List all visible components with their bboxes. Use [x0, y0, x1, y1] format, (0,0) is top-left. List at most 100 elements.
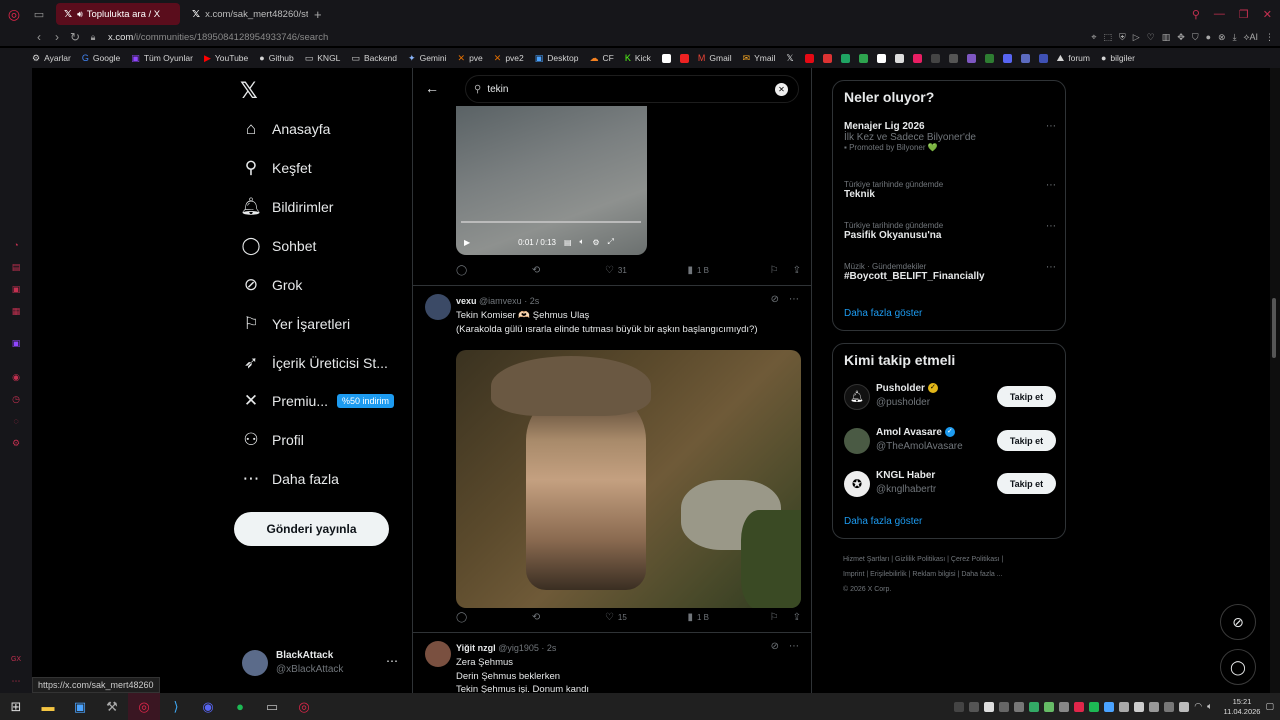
bookmark-icon-only[interactable]: [840, 53, 850, 63]
chat-sidebar-icon[interactable]: ◌: [10, 416, 22, 428]
nav-item-bookmarks[interactable]: ⚐ Yer İşaretleri: [240, 309, 350, 339]
like-button[interactable]: ♡ 31: [605, 265, 627, 276]
history-icon[interactable]: ◷: [10, 394, 22, 406]
profile-icon[interactable]: ●: [1206, 32, 1211, 42]
back-icon[interactable]: ‹: [30, 30, 48, 44]
adblock-icon[interactable]: ⊗: [1218, 32, 1226, 43]
bookmark-desktop[interactable]: ▣ Desktop: [535, 53, 579, 64]
bookmark-gmail[interactable]: M Gmail: [698, 53, 732, 63]
nav-item-premium[interactable]: ✕ Premiu...: [240, 386, 328, 416]
reply-button[interactable]: ◯: [456, 612, 471, 623]
vscode-icon[interactable]: ⟩: [160, 693, 192, 720]
follow-suggestion[interactable]: ✪ KNGL Haber @knglhabertr Takip et: [844, 469, 1056, 499]
bookmark-icon-only[interactable]: [894, 53, 904, 63]
avatar[interactable]: [425, 294, 451, 320]
bookmark-backend[interactable]: ▭ Backend: [351, 53, 397, 64]
spotify-icon[interactable]: ●: [224, 693, 256, 720]
footer-link[interactable]: Gizlilik Politikası: [895, 556, 945, 563]
bookmark-kngl[interactable]: ▭ KNGL: [305, 53, 341, 64]
bookmark-icon-only[interactable]: [984, 53, 994, 63]
bookmark-icon-only[interactable]: [822, 53, 832, 63]
nav-item-explore[interactable]: ⚲ Keşfet: [240, 153, 312, 183]
tray-icon[interactable]: [1044, 701, 1055, 712]
x-logo-icon[interactable]: 𝕏: [240, 78, 258, 104]
minimize-icon[interactable]: —: [1214, 8, 1225, 20]
tray-icon[interactable]: [1119, 701, 1130, 712]
bookmark-forum[interactable]: ⛰ forum: [1057, 53, 1090, 64]
tray-icon[interactable]: [984, 701, 995, 712]
play-icon[interactable]: ▷: [1133, 32, 1140, 43]
maximize-icon[interactable]: ❐: [1239, 8, 1249, 21]
tweet-author[interactable]: vexu: [456, 296, 477, 306]
post-button[interactable]: Gönderi yayınla: [234, 512, 389, 546]
nav-item-creator-studio[interactable]: ➶ İçerik Üreticisi St...: [240, 348, 388, 378]
bookmark-github[interactable]: ● Github: [259, 53, 293, 63]
bookmark-youtube[interactable]: ▶ YouTube: [204, 53, 248, 64]
messages-fab-button[interactable]: ◯: [1220, 649, 1256, 685]
tray-icon[interactable]: [1029, 701, 1040, 712]
twitch-sidebar-icon[interactable]: ▣: [10, 338, 22, 350]
share-icon[interactable]: ⇪: [793, 612, 801, 623]
follow-button[interactable]: Takip et: [997, 473, 1056, 494]
footer-link[interactable]: Reklam bilgisi: [912, 571, 955, 578]
url-field[interactable]: x.com/i/communities/1895084128954933746/…: [108, 32, 328, 43]
nav-item-home[interactable]: ⌂ Anasayfa: [240, 114, 331, 144]
bookmark-icon-only[interactable]: [1020, 53, 1030, 63]
tab-community-search[interactable]: 𝕏 🔊︎ Toplulukta ara / X: [56, 3, 180, 25]
player-icon[interactable]: ◉: [10, 372, 22, 384]
trend-item[interactable]: Türkiye tarihinde gündemde Teknik ⋯: [844, 180, 1056, 200]
bookmark-gemini[interactable]: ✦ Gemini: [408, 53, 446, 64]
bookmark-kick[interactable]: K Kick: [625, 53, 651, 63]
settings-icon[interactable]: ⚙: [592, 238, 599, 247]
messenger-icon[interactable]: ▣: [10, 284, 22, 296]
trend-more-icon[interactable]: ⋯: [1046, 121, 1056, 132]
account-more-icon[interactable]: ⋯: [386, 654, 398, 668]
fullscreen-icon[interactable]: ⤢: [608, 237, 614, 247]
tweet-video[interactable]: ▶ 0:01 / 0:13 ▤ 🔈︎ ⚙ ⤢: [456, 106, 647, 255]
trend-more-icon[interactable]: ⋯: [1046, 180, 1056, 191]
page-scrollbar[interactable]: [1270, 68, 1280, 693]
grok-fab-button[interactable]: ⊘: [1220, 604, 1256, 640]
settings-sidebar-icon[interactable]: ⚙: [10, 438, 22, 450]
bookmark-icon-only[interactable]: [930, 53, 940, 63]
trend-item[interactable]: Menajer Lig 2026 İlk Kez ve Sadece Bilyo…: [844, 121, 1056, 152]
avatar[interactable]: [425, 641, 451, 667]
tweet-time[interactable]: 2s: [547, 643, 557, 653]
tray-icon[interactable]: [999, 701, 1010, 712]
panel-icon[interactable]: ▥: [1162, 32, 1171, 43]
menu-icon[interactable]: ⋮: [1265, 32, 1274, 43]
clock[interactable]: 15:21 11.04.2026: [1224, 697, 1261, 717]
bookmark-icon-only[interactable]: [1038, 53, 1048, 63]
footer-link[interactable]: Erişilebilirlik: [870, 571, 907, 578]
footer-link[interactable]: Çerez Politikası: [951, 556, 1000, 563]
tray-icon[interactable]: [1149, 701, 1160, 712]
nav-item-chat[interactable]: ◯ Sohbet: [240, 231, 316, 261]
ai-icon[interactable]: ⟡AI: [1244, 32, 1258, 43]
aria-icon[interactable]: ◔: [10, 240, 22, 252]
footer-link[interactable]: Daha fazla ...: [961, 571, 1002, 578]
tweet[interactable]: vexu @iamvexu · 2s ⊘ ⋯ Tekin Komiser 🫶🏻 Ş…: [413, 294, 811, 624]
trends-show-more-link[interactable]: Daha fazla göster: [844, 308, 922, 319]
bookmark-icon-only[interactable]: [858, 53, 868, 63]
views-button[interactable]: ▮ 1 B: [687, 265, 709, 276]
footer-link[interactable]: Imprint: [843, 571, 864, 578]
search-input[interactable]: [487, 83, 768, 95]
volume-icon[interactable]: 🔈︎: [580, 237, 585, 247]
extensions-icon[interactable]: ✥: [1177, 32, 1185, 43]
nav-item-profile[interactable]: ⚇ Profil: [240, 425, 304, 455]
trend-more-icon[interactable]: ⋯: [1046, 221, 1056, 232]
bookmark-icon-only[interactable]: [661, 53, 671, 63]
nav-item-more[interactable]: ⋯ Daha fazla: [240, 464, 339, 494]
bookmark-cf[interactable]: ☁ CF: [589, 53, 613, 64]
bookmark-tum-oyunlar[interactable]: ▣ Tüm Oyunlar: [131, 53, 193, 64]
tray-icon[interactable]: [1164, 701, 1175, 712]
speaker-icon[interactable]: 🔊︎: [77, 9, 83, 20]
tweet-author[interactable]: Yiğit nzgl: [456, 643, 496, 653]
bookmark-google[interactable]: G Google: [82, 53, 120, 63]
store-icon[interactable]: ▤: [10, 262, 22, 274]
download-icon[interactable]: ⤓: [1233, 32, 1237, 43]
volume-tray-icon[interactable]: 🔈︎: [1207, 701, 1212, 712]
nav-item-grok[interactable]: ⊘ Grok: [240, 270, 302, 300]
trend-item[interactable]: Türkiye tarihinde gündemde Pasifik Okyan…: [844, 221, 1056, 241]
grok-icon[interactable]: ⊘: [771, 294, 779, 305]
